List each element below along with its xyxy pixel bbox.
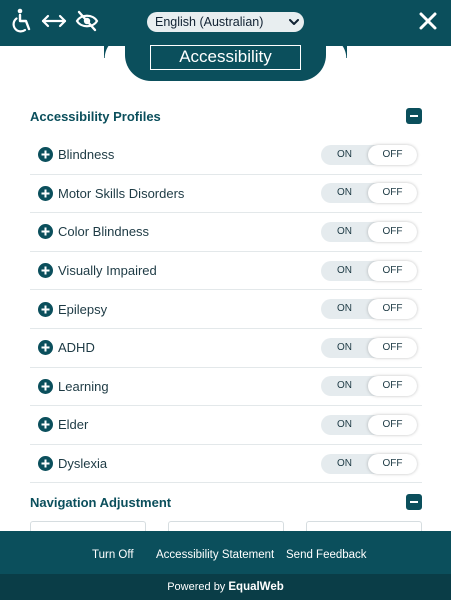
profile-label: Elder	[58, 417, 89, 433]
toggle-off-option[interactable]: OFF	[368, 260, 417, 281]
profile-row-blindness[interactable]: Blindness ON OFF	[30, 136, 422, 175]
powered-by[interactable]: Powered by EqualWeb	[0, 574, 451, 600]
toggle-on-option[interactable]: ON	[321, 299, 368, 319]
plus-icon[interactable]	[38, 147, 53, 163]
toggle-off-option[interactable]: OFF	[368, 414, 417, 435]
plus-icon[interactable]	[38, 301, 53, 317]
collapse-profiles-button[interactable]	[406, 108, 422, 124]
accessibility-person-icon[interactable]	[9, 8, 35, 34]
profile-row-adhd[interactable]: ADHD ON OFF	[30, 329, 422, 368]
chevron-down-icon	[284, 12, 304, 32]
language-selected-value: English (Australian)	[155, 15, 264, 29]
navigation-section-header: Navigation Adjustment	[30, 490, 422, 514]
accessibility-statement-link[interactable]: Accessibility Statement	[156, 549, 274, 561]
profile-toggle[interactable]: ON OFF	[321, 337, 417, 358]
profile-toggle[interactable]: ON OFF	[321, 376, 417, 397]
profile-toggle[interactable]: ON OFF	[321, 260, 417, 281]
profile-row-epilepsy[interactable]: Epilepsy ON OFF	[30, 290, 422, 329]
toggle-off-option[interactable]: OFF	[368, 453, 417, 474]
profile-toggle[interactable]: ON OFF	[321, 221, 417, 242]
profile-label: Epilepsy	[58, 301, 108, 317]
plus-icon[interactable]	[38, 185, 53, 201]
plus-icon[interactable]	[38, 263, 53, 279]
profile-row-motor-skills[interactable]: Motor Skills Disorders ON OFF	[30, 175, 422, 214]
eye-off-icon[interactable]	[74, 8, 100, 34]
profile-label: Motor Skills Disorders	[58, 185, 185, 201]
plus-icon[interactable]	[38, 417, 53, 433]
toggle-on-option[interactable]: ON	[321, 145, 368, 165]
toggle-on-option[interactable]: ON	[321, 338, 368, 358]
minus-icon	[410, 501, 418, 503]
footer-links: Turn Off Accessibility Statement Send Fe…	[0, 549, 451, 563]
profile-toggle[interactable]: ON OFF	[321, 183, 417, 204]
profile-toggle[interactable]: ON OFF	[321, 144, 417, 165]
minus-icon	[410, 115, 418, 117]
toggle-off-option[interactable]: OFF	[368, 144, 417, 165]
toggle-on-option[interactable]: ON	[321, 415, 368, 435]
profiles-section-title: Accessibility Profiles	[30, 108, 161, 124]
language-select[interactable]: English (Australian)	[147, 12, 304, 32]
close-icon[interactable]	[413, 6, 443, 36]
profile-row-dyslexia[interactable]: Dyslexia ON OFF	[30, 445, 422, 484]
toggle-off-option[interactable]: OFF	[368, 376, 417, 397]
toggle-on-option[interactable]: ON	[321, 454, 368, 474]
navigation-section-title: Navigation Adjustment	[30, 494, 172, 510]
title-tab: Accessibility	[125, 36, 347, 81]
powered-by-prefix: Powered by	[167, 581, 226, 593]
toggle-off-option[interactable]: OFF	[368, 183, 417, 204]
profile-label: Visually Impaired	[58, 263, 157, 279]
collapse-navigation-button[interactable]	[406, 494, 422, 510]
profile-toggle[interactable]: ON OFF	[321, 414, 417, 435]
toggle-on-option[interactable]: ON	[321, 261, 368, 281]
toggle-on-option[interactable]: ON	[321, 222, 368, 242]
profile-row-learning[interactable]: Learning ON OFF	[30, 368, 422, 407]
profile-row-visually-impaired[interactable]: Visually Impaired ON OFF	[30, 252, 422, 291]
profile-row-elder[interactable]: Elder ON OFF	[30, 406, 422, 445]
profile-list: Blindness ON OFF Motor Skills Disorders …	[30, 136, 422, 484]
toggle-off-option[interactable]: OFF	[368, 299, 417, 320]
profile-toggle[interactable]: ON OFF	[321, 453, 417, 474]
plus-icon[interactable]	[38, 340, 53, 356]
send-feedback-link[interactable]: Send Feedback	[286, 549, 367, 561]
toggle-off-option[interactable]: OFF	[368, 221, 417, 242]
profile-label: Learning	[58, 378, 109, 394]
page-title: Accessibility	[150, 45, 301, 70]
toggle-on-option[interactable]: ON	[321, 183, 368, 203]
profile-label: Dyslexia	[58, 456, 108, 472]
profile-row-color-blindness[interactable]: Color Blindness ON OFF	[30, 213, 422, 252]
plus-icon[interactable]	[38, 456, 53, 472]
profile-label: Color Blindness	[58, 224, 150, 240]
swap-arrows-icon[interactable]	[41, 8, 67, 34]
toggle-off-option[interactable]: OFF	[368, 337, 417, 358]
profiles-section-header: Accessibility Profiles	[30, 104, 422, 128]
profile-label: Blindness	[58, 147, 115, 163]
plus-icon[interactable]	[38, 378, 53, 394]
profile-toggle[interactable]: ON OFF	[321, 299, 417, 320]
brand-name: EqualWeb	[228, 581, 284, 593]
plus-icon[interactable]	[38, 224, 53, 240]
turn-off-link[interactable]: Turn Off	[92, 549, 134, 561]
profile-label: ADHD	[58, 340, 95, 356]
toggle-on-option[interactable]: ON	[321, 376, 368, 396]
